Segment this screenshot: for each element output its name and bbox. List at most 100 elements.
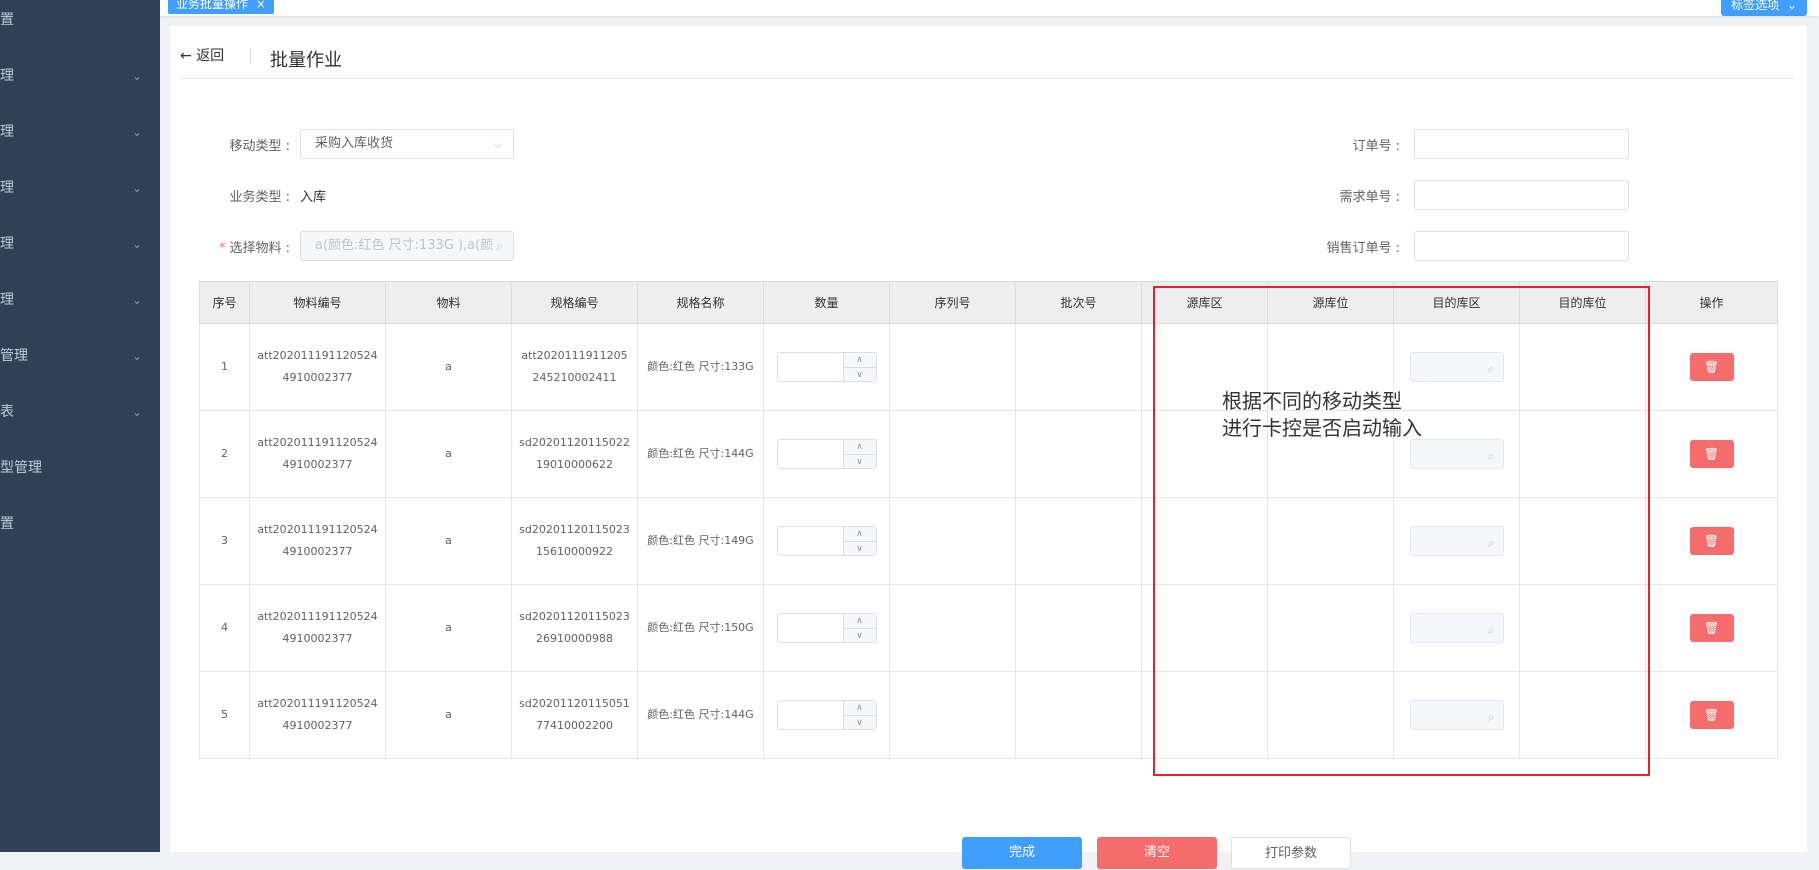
material-cell: a — [385, 584, 512, 672]
material-cell: a — [385, 671, 512, 759]
chevron-up-icon[interactable]: ∧ — [843, 440, 876, 455]
move-type-value: 采购入库收货 — [315, 136, 394, 151]
sidebar-item-label: 置 — [0, 12, 14, 28]
delete-button[interactable]: 🗑 — [1689, 440, 1734, 468]
batch-no-cell — [1015, 584, 1142, 672]
chevron-down-icon[interactable]: ∨ — [844, 629, 876, 643]
business-type-label: 业务类型 : — [229, 190, 290, 205]
material-code-cell: att2020111911205244910002377 — [249, 671, 386, 759]
quantity-stepper[interactable]: ∧ ∨ — [842, 701, 876, 730]
quantity-input[interactable]: ∧ ∨ — [776, 352, 877, 382]
order-no-input[interactable] — [1414, 129, 1629, 159]
column-header: 物料 — [385, 281, 512, 324]
close-icon[interactable]: × — [256, 0, 266, 11]
chevron-up-icon[interactable]: ∧ — [843, 527, 876, 542]
clear-button[interactable]: 清空 — [1097, 837, 1217, 869]
action-cell: 🗑 — [1645, 410, 1778, 498]
batch-no-cell — [1015, 323, 1142, 411]
delete-button[interactable]: 🗑 — [1689, 527, 1734, 555]
quantity-input[interactable]: ∧ ∨ — [776, 526, 877, 556]
row-index: 5 — [199, 671, 250, 759]
delete-button[interactable]: 🗑 — [1689, 614, 1734, 642]
column-header: 操作 — [1645, 281, 1778, 324]
chevron-down-icon: ⌵ — [493, 137, 503, 151]
row-index: 2 — [199, 410, 250, 498]
print-params-button[interactable]: 打印参数 — [1231, 837, 1351, 869]
delete-button[interactable]: 🗑 — [1689, 353, 1734, 381]
select-material-input[interactable]: a(颜色:红色 尺寸:133G ),a(颜 ⌕ — [300, 231, 514, 261]
tag-options-label: 标签选项 — [1731, 0, 1780, 12]
sidebar-item[interactable]: 表 ⌄ — [0, 392, 160, 432]
sidebar-item[interactable]: 理 ⌄ — [0, 224, 160, 264]
sidebar-item[interactable]: 置 — [0, 504, 160, 544]
demand-no-input[interactable] — [1414, 180, 1629, 210]
sidebar-item[interactable]: 管理 ⌄ — [0, 336, 160, 376]
finish-button[interactable]: 完成 — [962, 837, 1082, 869]
row-index: 4 — [199, 584, 250, 672]
chevron-down-icon: ⌄ — [131, 125, 142, 139]
select-material-label: * 选择物料 : — [190, 237, 290, 256]
trash-icon: 🗑 — [1703, 621, 1720, 635]
chevron-down-icon[interactable]: ∨ — [844, 368, 876, 382]
required-asterisk: * — [218, 241, 226, 256]
quantity-input[interactable]: ∧ ∨ — [776, 613, 877, 643]
column-header: 批次号 — [1015, 281, 1142, 324]
tab-label: 业务批量操作 — [176, 0, 249, 11]
sidebar-item[interactable]: 理 ⌄ — [0, 112, 160, 152]
row-index: 3 — [199, 497, 250, 585]
trash-icon: 🗑 — [1703, 708, 1720, 722]
chevron-down-icon: ⌄ — [1786, 0, 1797, 12]
back-button[interactable]: ← 返回 — [180, 48, 224, 64]
sidebar-item-label: 管理 — [0, 348, 28, 364]
column-header: 序号 — [199, 281, 250, 324]
move-type-select[interactable]: 采购入库收货 ⌵ — [300, 129, 514, 159]
tag-options-button[interactable]: 标签选项 ⌄ — [1721, 0, 1807, 16]
quantity-stepper[interactable]: ∧ ∨ — [842, 614, 876, 643]
sidebar-item[interactable]: 理 ⌄ — [0, 168, 160, 208]
quantity-cell: ∧ ∨ — [763, 410, 890, 498]
quantity-cell: ∧ ∨ — [763, 584, 890, 672]
trash-icon: 🗑 — [1703, 360, 1720, 374]
arrow-left-icon: ← — [180, 48, 192, 64]
quantity-cell: ∧ ∨ — [763, 671, 890, 759]
tab-batch-operation[interactable]: 业务批量操作 × — [168, 0, 274, 14]
serial-no-cell — [889, 584, 1016, 672]
quantity-stepper[interactable]: ∧ ∨ — [842, 353, 876, 382]
chevron-down-icon[interactable]: ∨ — [844, 542, 876, 556]
search-icon[interactable]: ⌕ — [496, 232, 503, 260]
sidebar-item[interactable]: 型管理 — [0, 448, 160, 488]
select-material-label-text: 选择物料 : — [229, 241, 290, 256]
chevron-down-icon: ⌄ — [131, 237, 142, 251]
chevron-down-icon[interactable]: ∨ — [844, 716, 876, 730]
spec-code-cell: att2020111911205245210002411 — [511, 323, 638, 411]
chevron-down-icon[interactable]: ∨ — [844, 455, 876, 469]
sidebar-item-label: 理 — [0, 292, 14, 308]
quantity-input[interactable]: ∧ ∨ — [776, 439, 877, 469]
business-type-value: 入库 — [300, 190, 327, 205]
sidebar-item[interactable]: 置 — [0, 0, 160, 40]
chevron-up-icon[interactable]: ∧ — [843, 701, 876, 716]
trash-icon: 🗑 — [1703, 534, 1720, 548]
row-index: 1 — [199, 323, 250, 411]
quantity-stepper[interactable]: ∧ ∨ — [842, 440, 876, 469]
serial-no-cell — [889, 323, 1016, 411]
material-code-cell: att2020111911205244910002377 — [249, 584, 386, 672]
sidebar-item-label: 理 — [0, 236, 14, 252]
chevron-up-icon[interactable]: ∧ — [843, 614, 876, 629]
sidebar-item[interactable]: 理 ⌄ — [0, 56, 160, 96]
chevron-up-icon[interactable]: ∧ — [843, 353, 876, 368]
column-header: 物料编号 — [249, 281, 386, 324]
batch-no-cell — [1015, 410, 1142, 498]
sidebar-item[interactable]: 理 ⌄ — [0, 280, 160, 320]
page-header: ← 返回 批量作业 — [180, 48, 1794, 79]
annotation-text: 根据不同的移动类型 进行卡控是否启动输入 — [1222, 388, 1422, 442]
quantity-input[interactable]: ∧ ∨ — [776, 700, 877, 730]
delete-button[interactable]: 🗑 — [1689, 701, 1734, 729]
spec-code-cell: sd2020112011502326910000988 — [511, 584, 638, 672]
sidebar-item-label: 理 — [0, 68, 14, 84]
column-header: 数量 — [763, 281, 890, 324]
sales-order-no-input[interactable] — [1414, 231, 1629, 261]
quantity-cell: ∧ ∨ — [763, 323, 890, 411]
chevron-down-icon: ⌄ — [131, 349, 142, 363]
quantity-stepper[interactable]: ∧ ∨ — [842, 527, 876, 556]
